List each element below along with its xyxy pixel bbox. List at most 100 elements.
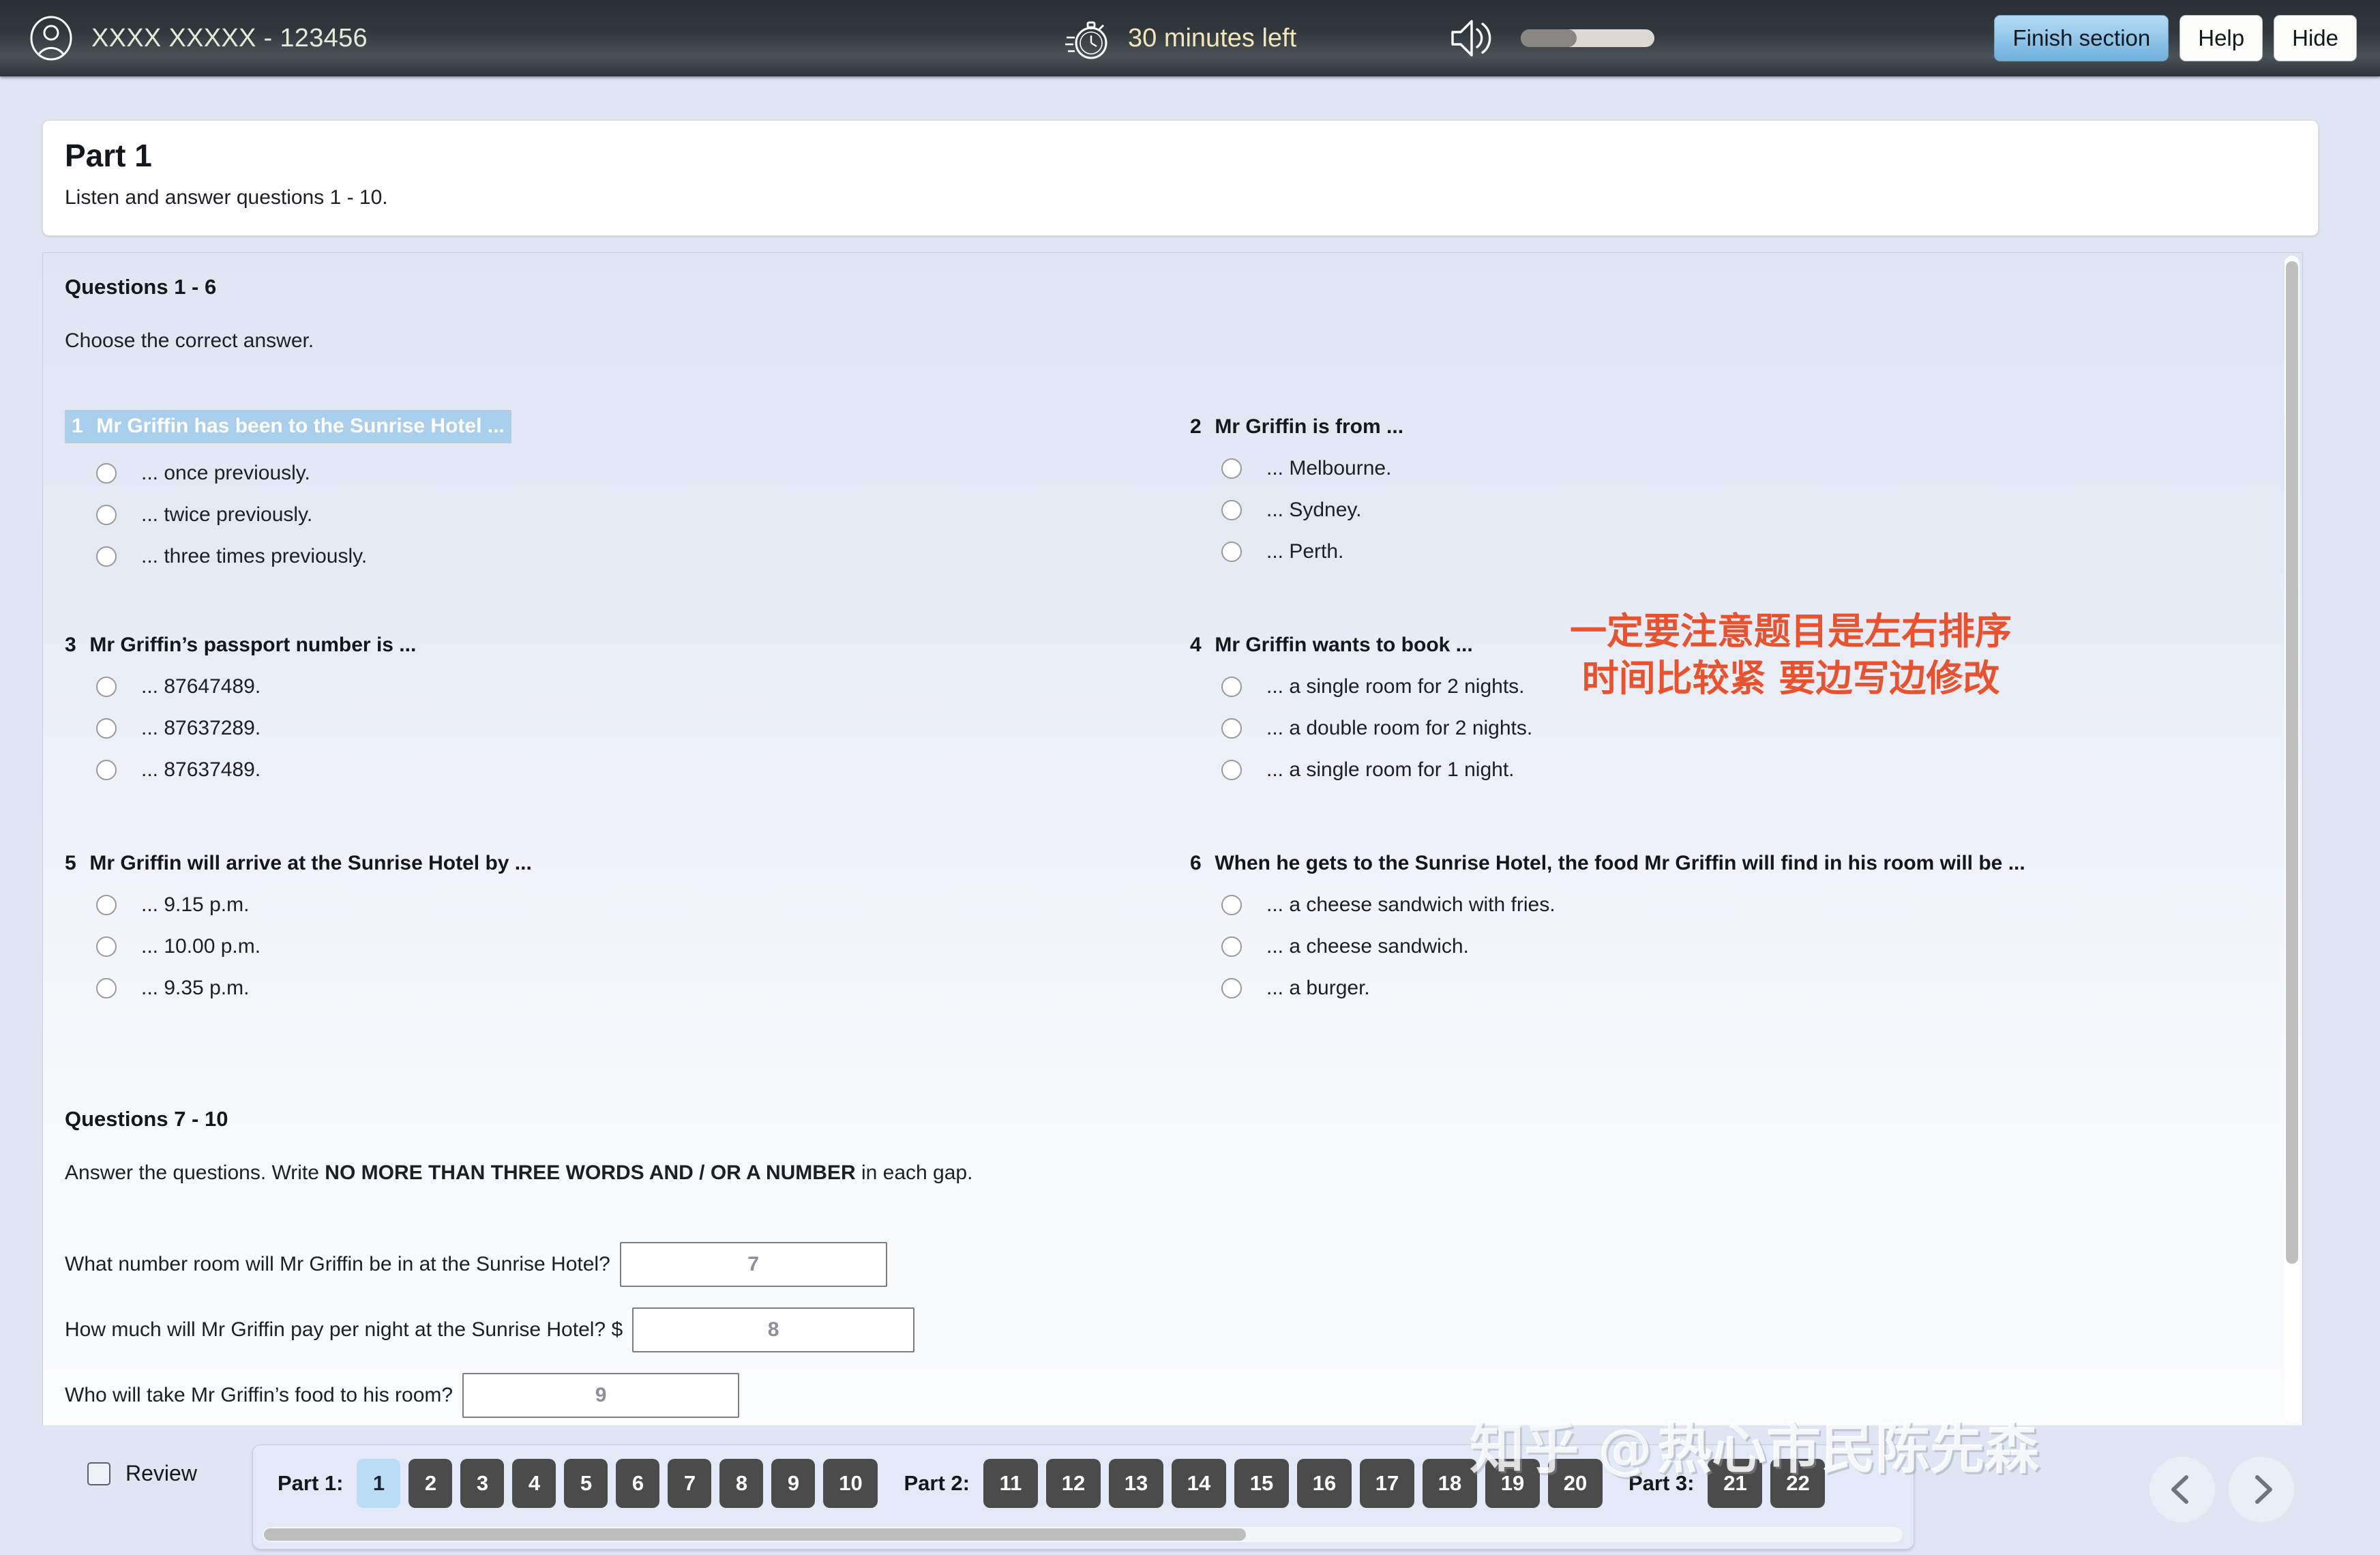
nav-question-10[interactable]: 10 — [823, 1459, 878, 1508]
section-title-mc: Questions 1 - 6 — [65, 275, 217, 299]
gap-input-7[interactable]: 7 — [619, 1242, 887, 1287]
radio-icon[interactable] — [96, 760, 117, 780]
hide-button[interactable]: Hide — [2274, 15, 2357, 61]
option-row[interactable]: ... 9.35 p.m. — [96, 977, 1156, 1000]
speaker-icon[interactable] — [1446, 13, 1496, 63]
nav-question-21[interactable]: 21 — [1708, 1459, 1763, 1508]
option-label: ... 10.00 p.m. — [141, 935, 261, 958]
section-instruction-gap: Answer the questions. Write NO MORE THAN… — [65, 1161, 972, 1185]
next-question-button[interactable] — [2229, 1457, 2294, 1522]
gap-input-9[interactable]: 9 — [462, 1373, 740, 1418]
part-header-card: Part 1 Listen and answer questions 1 - 1… — [42, 120, 2319, 236]
page-title: Part 1 — [65, 138, 152, 173]
nav-question-19[interactable]: 19 — [1485, 1459, 1540, 1508]
radio-icon[interactable] — [1221, 500, 1242, 520]
question-number-2: 2 — [1190, 415, 1202, 438]
radio-icon[interactable] — [96, 463, 117, 484]
nav-question-11[interactable]: 11 — [983, 1459, 1038, 1508]
nav-question-3[interactable]: 3 — [460, 1459, 505, 1508]
nav-question-9[interactable]: 9 — [771, 1459, 816, 1508]
nav-question-1[interactable]: 1 — [357, 1459, 401, 1508]
nav-question-2[interactable]: 2 — [408, 1459, 453, 1508]
radio-icon[interactable] — [96, 546, 117, 567]
nav-question-8[interactable]: 8 — [719, 1459, 764, 1508]
option-row[interactable]: ... Sydney. — [1221, 499, 2145, 522]
nav-question-14[interactable]: 14 — [1171, 1459, 1226, 1508]
option-label: ... twice previously. — [141, 503, 313, 526]
question-nav-panel: Part 1: 1 2 3 4 5 6 7 8 9 10 Part 2: 11 … — [252, 1445, 1914, 1550]
previous-question-button[interactable] — [2150, 1457, 2215, 1522]
radio-icon[interactable] — [1221, 895, 1242, 915]
nav-part3-label: Part 3: — [1628, 1471, 1695, 1495]
question-stem-2: 2 Mr Griffin is from ... — [1190, 415, 2145, 439]
option-label: ... 87637489. — [141, 758, 261, 781]
option-label: ... 87637289. — [141, 717, 261, 739]
radio-icon[interactable] — [96, 978, 117, 998]
option-row[interactable]: ... a double room for 2 nights. — [1221, 717, 2145, 740]
question-number-4: 4 — [1190, 634, 1202, 656]
radio-icon[interactable] — [96, 718, 117, 739]
question-text-2: Mr Griffin is from ... — [1215, 415, 1404, 438]
instr-bold: NO MORE THAN THREE WORDS AND / OR A NUMB… — [325, 1161, 856, 1184]
option-row[interactable]: ... 87647489. — [96, 675, 1156, 698]
option-row[interactable]: ... a single room for 1 night. — [1221, 758, 2145, 782]
nav-question-5[interactable]: 5 — [564, 1459, 608, 1508]
radio-icon[interactable] — [1221, 718, 1242, 739]
option-label: ... a single room for 2 nights. — [1266, 675, 1525, 698]
question-number-6: 6 — [1190, 852, 1202, 874]
vertical-scrollbar-thumb[interactable] — [2286, 261, 2298, 1264]
radio-icon[interactable] — [1221, 978, 1242, 998]
option-row[interactable]: ... Melbourne. — [1221, 457, 2145, 480]
radio-icon[interactable] — [1221, 458, 1242, 479]
radio-icon[interactable] — [1221, 760, 1242, 780]
nav-question-18[interactable]: 18 — [1422, 1459, 1477, 1508]
radio-icon[interactable] — [1221, 542, 1242, 562]
question-stem-6: 6 When he gets to the Sunrise Hotel, the… — [1190, 852, 2254, 875]
option-row[interactable]: ... a burger. — [1221, 977, 2254, 1000]
volume-slider[interactable] — [1521, 29, 1654, 47]
timer-text: 30 minutes left — [1128, 23, 1297, 53]
option-row[interactable]: ... 87637289. — [96, 717, 1156, 740]
option-row[interactable]: ... 10.00 p.m. — [96, 935, 1156, 958]
gap-input-8[interactable]: 8 — [632, 1307, 915, 1352]
option-label: ... 87647489. — [141, 675, 261, 698]
radio-icon[interactable] — [96, 505, 117, 525]
question-block-2: 2 Mr Griffin is from ... ... Melbourne. … — [1190, 415, 2145, 563]
stopwatch-icon — [1064, 14, 1112, 62]
help-button[interactable]: Help — [2180, 15, 2263, 61]
nav-question-4[interactable]: 4 — [512, 1459, 556, 1508]
timer-block: 30 minutes left — [1064, 0, 1296, 76]
option-row[interactable]: ... once previously. — [96, 462, 1156, 485]
option-row[interactable]: ... a single room for 2 nights. — [1221, 675, 2145, 698]
nav-question-17[interactable]: 17 — [1359, 1459, 1414, 1508]
nav-question-15[interactable]: 15 — [1234, 1459, 1289, 1508]
question-stem-5: 5 Mr Griffin will arrive at the Sunrise … — [65, 852, 1156, 875]
nav-question-20[interactable]: 20 — [1547, 1459, 1603, 1508]
option-row[interactable]: ... a cheese sandwich with fries. — [1221, 893, 2254, 917]
radio-icon[interactable] — [96, 936, 117, 957]
nav-question-16[interactable]: 16 — [1296, 1459, 1352, 1508]
option-row[interactable]: ... 9.15 p.m. — [96, 893, 1156, 917]
review-checkbox[interactable] — [87, 1462, 110, 1485]
nav-question-6[interactable]: 6 — [616, 1459, 660, 1508]
option-row[interactable]: ... Perth. — [1221, 540, 2145, 563]
option-row[interactable]: ... 87637489. — [96, 758, 1156, 782]
option-row[interactable]: ... twice previously. — [96, 503, 1156, 527]
option-row[interactable]: ... a cheese sandwich. — [1221, 935, 2254, 958]
question-block-6: 6 When he gets to the Sunrise Hotel, the… — [1190, 852, 2254, 1000]
gap-row-7: What number room will Mr Griffin be in a… — [65, 1242, 887, 1287]
horizontal-scrollbar-thumb[interactable] — [264, 1528, 1246, 1541]
nav-question-22[interactable]: 22 — [1770, 1459, 1826, 1508]
nav-question-13[interactable]: 13 — [1108, 1459, 1163, 1508]
question-text-4: Mr Griffin wants to book ... — [1215, 634, 1473, 656]
radio-icon[interactable] — [96, 895, 117, 915]
nav-question-7[interactable]: 7 — [668, 1459, 712, 1508]
radio-icon[interactable] — [1221, 936, 1242, 957]
radio-icon[interactable] — [96, 677, 117, 697]
gap-prompt-7: What number room will Mr Griffin be in a… — [65, 1253, 610, 1275]
nav-question-12[interactable]: 12 — [1045, 1459, 1101, 1508]
option-row[interactable]: ... three times previously. — [96, 545, 1156, 568]
part-subtitle: Listen and answer questions 1 - 10. — [65, 186, 388, 209]
finish-section-button[interactable]: Finish section — [1994, 15, 2169, 61]
radio-icon[interactable] — [1221, 677, 1242, 697]
